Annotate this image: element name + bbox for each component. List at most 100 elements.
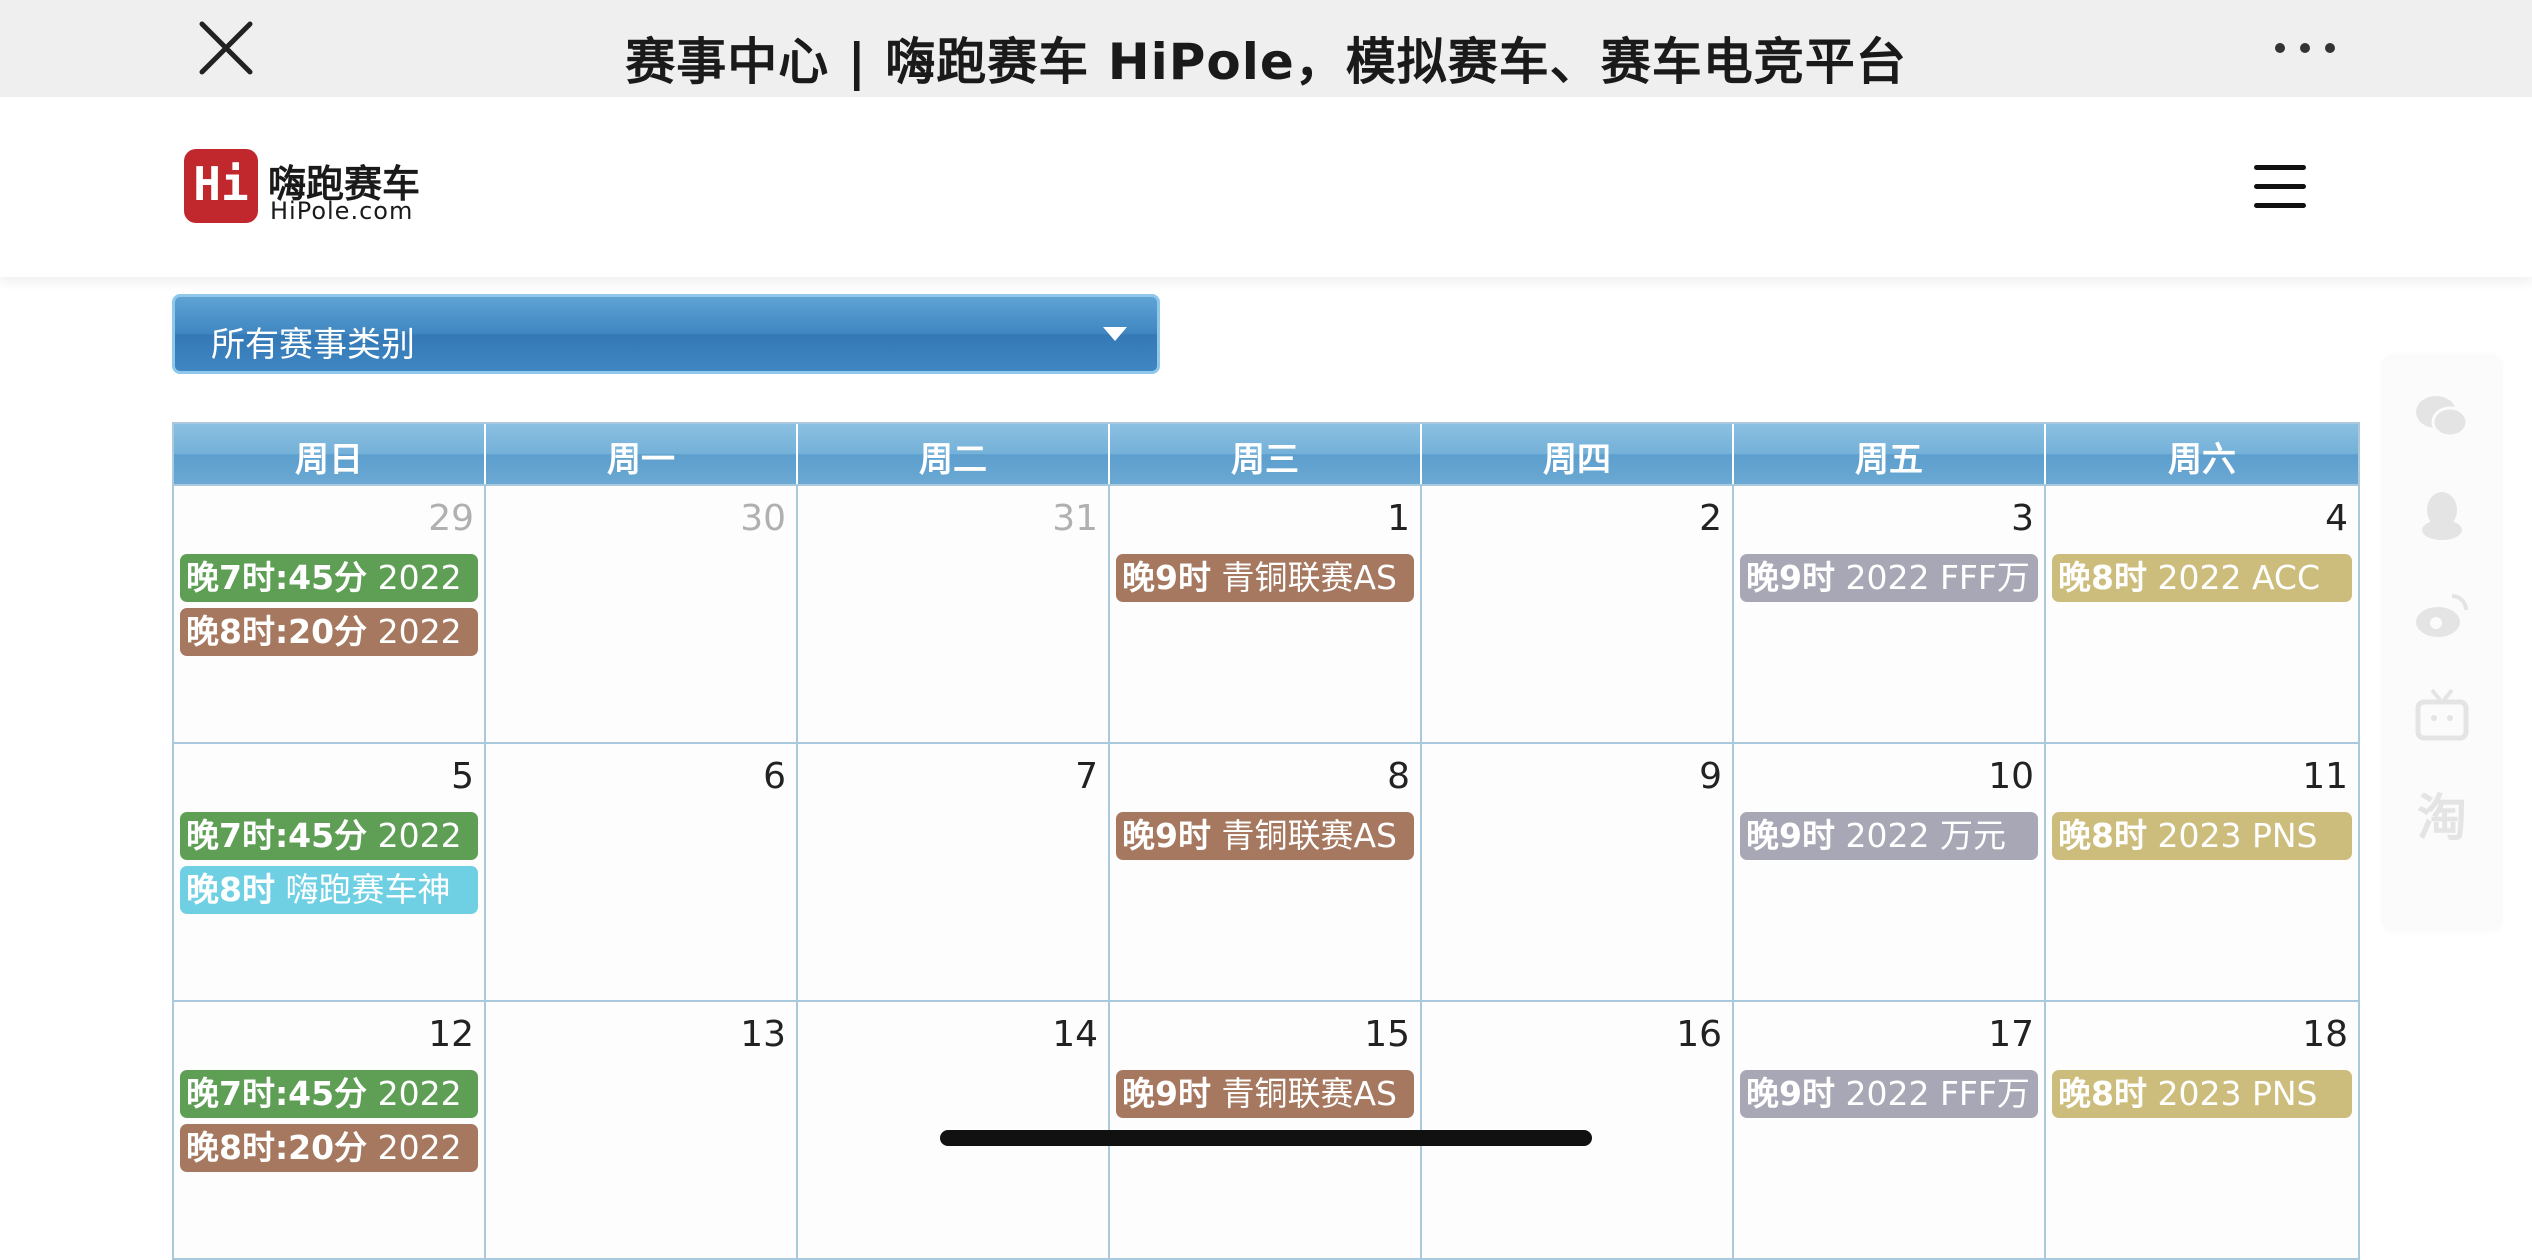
category-select-value: 所有赛事类别: [211, 325, 415, 365]
wechat-icon[interactable]: [2412, 386, 2472, 446]
site-header: Hi 嗨跑赛车 HiPole.com: [0, 97, 2532, 277]
browser-topbar: 赛事中心 | 嗨跑赛车 HiPole，模拟赛车、赛车电竞平台: [0, 0, 2532, 97]
day-number: 3: [2011, 498, 2034, 539]
calendar-day[interactable]: 10 晚9时 2022 万元: [1734, 744, 2046, 1000]
event-name: 2023 PNS: [2157, 1074, 2318, 1113]
calendar-day[interactable]: 6: [486, 744, 798, 1000]
weibo-icon[interactable]: [2412, 586, 2472, 646]
calendar-event[interactable]: 晚7时:45分 2022: [180, 812, 478, 860]
day-number: 2: [1699, 498, 1722, 539]
day-number: 8: [1387, 756, 1410, 797]
calendar-event[interactable]: 晚9时 青铜联赛AS: [1116, 554, 1414, 602]
calendar-event[interactable]: 晚8时:20分 2022: [180, 1124, 478, 1172]
taobao-icon[interactable]: 淘: [2412, 788, 2472, 848]
calendar-event[interactable]: 晚8时 2022 ACC: [2052, 554, 2352, 602]
day-number: 1: [1387, 498, 1410, 539]
day-number: 6: [763, 756, 786, 797]
calendar-day[interactable]: 4 晚8时 2022 ACC: [2046, 486, 2358, 742]
event-name: 2022: [377, 1128, 462, 1167]
day-number: 18: [2302, 1014, 2348, 1055]
calendar-day[interactable]: 1 晚9时 青铜联赛AS: [1110, 486, 1422, 742]
calendar-day[interactable]: 29 晚7时:45分 2022 晚8时:20分 2022: [174, 486, 486, 742]
weekday-label: 周三: [1110, 424, 1422, 484]
day-number: 12: [428, 1014, 474, 1055]
calendar-event[interactable]: 晚9时 2022 万元: [1740, 812, 2038, 860]
event-time: 晚7时:45分: [186, 1074, 368, 1113]
calendar-day[interactable]: 13: [486, 1002, 798, 1258]
browser-title: 赛事中心 | 嗨跑赛车 HiPole，模拟赛车、赛车电竞平台: [625, 33, 1907, 91]
day-number: 9: [1699, 756, 1722, 797]
home-indicator: [940, 1130, 1592, 1146]
chevron-down-icon: [1103, 327, 1127, 341]
calendar-day[interactable]: 12 晚7时:45分 2022 晚8时:20分 2022: [174, 1002, 486, 1258]
menu-icon[interactable]: [2254, 165, 2306, 209]
day-number: 29: [428, 498, 474, 539]
calendar-day[interactable]: 8 晚9时 青铜联赛AS: [1110, 744, 1422, 1000]
weekday-label: 周六: [2168, 440, 2236, 480]
calendar-event[interactable]: 晚8时:20分 2022: [180, 608, 478, 656]
event-time: 晚8时: [186, 870, 275, 909]
event-name: 2022: [377, 816, 462, 855]
event-time: 晚9时: [1122, 1074, 1211, 1113]
event-name: 2022 万元: [1845, 816, 2006, 855]
event-time: 晚8时:20分: [186, 612, 368, 651]
calendar-day[interactable]: 11 晚8时 2023 PNS: [2046, 744, 2358, 1000]
event-name: 青铜联赛AS: [1221, 558, 1397, 597]
calendar-day[interactable]: 3 晚9时 2022 FFF万: [1734, 486, 2046, 742]
weekday-label: 周五: [1734, 424, 2046, 484]
event-time: 晚9时: [1746, 558, 1835, 597]
calendar-week: 5 晚7时:45分 2022 晚8时 嗨跑赛车神 6 7 8 晚9时 青铜联赛AS 9 10 晚9…: [174, 742, 2358, 1000]
calendar-event[interactable]: 晚9时 2022 FFF万: [1740, 554, 2038, 602]
event-time: 晚7时:45分: [186, 816, 368, 855]
logo-text-en[interactable]: HiPole.com: [270, 197, 413, 225]
calendar-day[interactable]: 31: [798, 486, 1110, 742]
event-time: 晚8时:20分: [186, 1128, 368, 1167]
day-number: 16: [1676, 1014, 1722, 1055]
day-number: 14: [1052, 1014, 1098, 1055]
event-name: 2022: [377, 558, 462, 597]
event-name: 青铜联赛AS: [1221, 1074, 1397, 1113]
event-name: 2023 PNS: [2157, 816, 2318, 855]
day-number: 13: [740, 1014, 786, 1055]
calendar-event[interactable]: 晚8时 2023 PNS: [2052, 812, 2352, 860]
more-icon[interactable]: [2270, 28, 2340, 68]
event-time: 晚8时: [2058, 558, 2147, 597]
event-name: 2022: [377, 1074, 462, 1113]
event-name: 2022: [377, 612, 462, 651]
event-name: 嗨跑赛车神: [285, 870, 451, 909]
day-number: 11: [2302, 756, 2348, 797]
tv-icon[interactable]: [2412, 686, 2472, 746]
calendar-event[interactable]: 晚8时 嗨跑赛车神: [180, 866, 478, 914]
share-bar: 淘: [2383, 356, 2501, 930]
day-number: 7: [1075, 756, 1098, 797]
category-select[interactable]: 所有赛事类别: [172, 294, 1160, 374]
calendar-event[interactable]: 晚7时:45分 2022: [180, 1070, 478, 1118]
qq-icon[interactable]: [2412, 486, 2472, 546]
calendar-day[interactable]: 30: [486, 486, 798, 742]
event-time: 晚9时: [1746, 1074, 1835, 1113]
event-name: 2022 FFF万: [1845, 558, 2030, 597]
event-name: 2022 ACC: [2157, 558, 2321, 597]
event-time: 晚9时: [1122, 816, 1211, 855]
day-number: 15: [1364, 1014, 1410, 1055]
calendar-day[interactable]: 9: [1422, 744, 1734, 1000]
calendar-day[interactable]: 18 晚8时 2023 PNS: [2046, 1002, 2358, 1258]
calendar-day[interactable]: 2: [1422, 486, 1734, 742]
event-time: 晚9时: [1746, 816, 1835, 855]
event-time: 晚8时: [2058, 816, 2147, 855]
event-name: 2022 FFF万: [1845, 1074, 2030, 1113]
day-number: 5: [451, 756, 474, 797]
calendar-event[interactable]: 晚7时:45分 2022: [180, 554, 478, 602]
event-time: 晚7时:45分: [186, 558, 368, 597]
calendar-week: 29 晚7时:45分 2022 晚8时:20分 2022 30 31 1 晚9时 青铜联赛A…: [174, 484, 2358, 742]
calendar-event[interactable]: 晚9时 青铜联赛AS: [1116, 812, 1414, 860]
calendar-event[interactable]: 晚9时 2022 FFF万: [1740, 1070, 2038, 1118]
event-time: 晚9时: [1122, 558, 1211, 597]
calendar-day[interactable]: 17 晚9时 2022 FFF万: [1734, 1002, 2046, 1258]
calendar-event[interactable]: 晚9时 青铜联赛AS: [1116, 1070, 1414, 1118]
calendar-event[interactable]: 晚8时 2023 PNS: [2052, 1070, 2352, 1118]
calendar-day[interactable]: 5 晚7时:45分 2022 晚8时 嗨跑赛车神: [174, 744, 486, 1000]
weekday-label: 周日: [174, 424, 486, 484]
logo-icon[interactable]: Hi: [184, 149, 258, 223]
calendar-day[interactable]: 7: [798, 744, 1110, 1000]
